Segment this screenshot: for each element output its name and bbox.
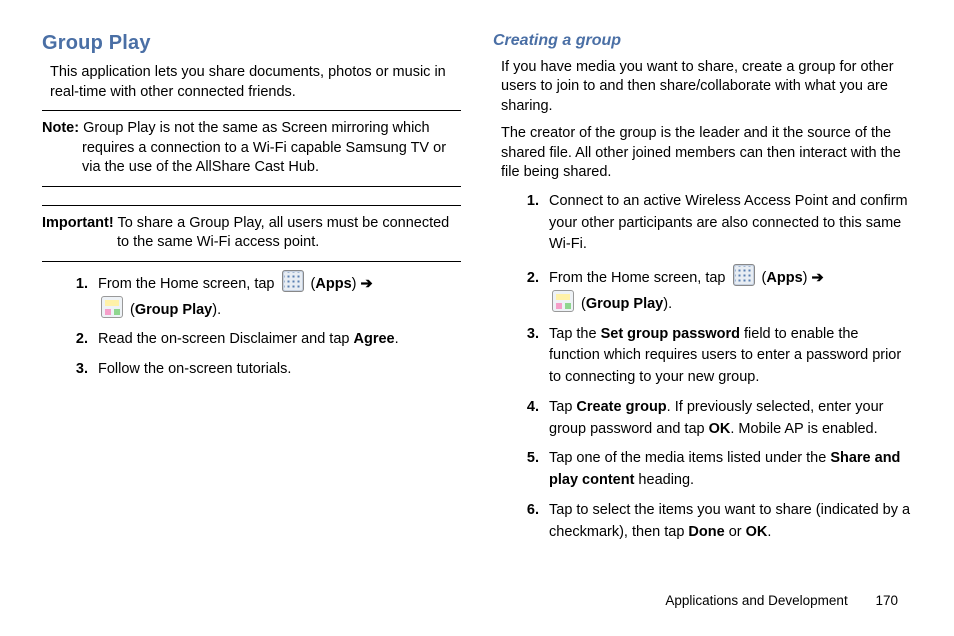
left-column: Group Play This application lets you sha…: [42, 30, 461, 551]
group-play-icon: [101, 296, 123, 318]
right-step-3: Tap the Set group password field to enab…: [543, 324, 912, 389]
apps-label: Apps: [766, 270, 802, 286]
left-step-2: Read the on-screen Disclaimer and tap Ag…: [92, 329, 461, 351]
right-step-6: Tap to select the items you want to shar…: [543, 500, 912, 544]
divider: [42, 186, 461, 187]
important-block: Important! To share a Group Play, all us…: [42, 212, 461, 255]
set-group-password-label: Set group password: [601, 326, 740, 342]
right-steps: Connect to an active Wireless Access Poi…: [515, 191, 912, 544]
footer-section-title: Applications and Development: [665, 593, 847, 608]
step-text: Follow the on-screen tutorials.: [98, 361, 291, 377]
right-step-4: Tap Create group. If previously selected…: [543, 397, 912, 441]
note-block: Note: Group Play is not the same as Scre…: [42, 117, 461, 180]
apps-label: Apps: [315, 276, 351, 292]
intro-paragraph: This application lets you share document…: [42, 63, 461, 102]
right-column: Creating a group If you have media you w…: [493, 30, 912, 551]
right-step-5: Tap one of the media items listed under …: [543, 448, 912, 492]
page-content: Group Play This application lets you sha…: [0, 0, 954, 561]
step-text: .: [767, 524, 771, 540]
divider: [42, 110, 461, 111]
step-text: ).: [663, 296, 672, 312]
step-text: ): [352, 276, 361, 292]
step-text: From the Home screen, tap: [98, 276, 279, 292]
left-steps: From the Home screen, tap (Apps) ➔ (Grou…: [64, 270, 461, 381]
divider: [42, 205, 461, 206]
right-p2: The creator of the group is the leader a…: [493, 124, 912, 183]
ok-label: OK: [709, 421, 731, 437]
agree-label: Agree: [354, 331, 395, 347]
divider: [42, 261, 461, 262]
group-play-label: Group Play: [135, 302, 212, 318]
apps-icon: [733, 264, 755, 286]
note-body: Note: Group Play is not the same as Scre…: [42, 119, 461, 178]
step-text: heading.: [634, 472, 694, 488]
apps-icon: [282, 270, 304, 292]
arrow-icon: ➔: [361, 276, 373, 292]
step-text: . Mobile AP is enabled.: [730, 421, 877, 437]
step-text: Tap: [549, 399, 576, 415]
important-label: Important!: [42, 215, 114, 231]
right-step-1: Connect to an active Wireless Access Poi…: [543, 191, 912, 256]
step-text: ): [803, 270, 812, 286]
step-text: Tap one of the media items listed under …: [549, 450, 830, 466]
create-group-label: Create group: [576, 399, 666, 415]
right-p1: If you have media you want to share, cre…: [493, 58, 912, 117]
group-play-label: Group Play: [586, 296, 663, 312]
group-play-icon: [552, 290, 574, 312]
page-number: 170: [875, 593, 898, 608]
ok-label: OK: [746, 524, 768, 540]
page-footer: Applications and Development 170: [665, 593, 898, 608]
step-text: or: [725, 524, 746, 540]
done-label: Done: [688, 524, 724, 540]
step-text: Read the on-screen Disclaimer and tap: [98, 331, 354, 347]
step-text: Connect to an active Wireless Access Poi…: [549, 193, 908, 253]
note-text: Group Play is not the same as Screen mir…: [79, 120, 446, 175]
important-body: Important! To share a Group Play, all us…: [42, 214, 461, 253]
section-heading-group-play: Group Play: [42, 30, 461, 57]
arrow-icon: ➔: [812, 270, 824, 286]
note-label: Note:: [42, 120, 79, 136]
left-step-3: Follow the on-screen tutorials.: [92, 359, 461, 381]
right-step-2: From the Home screen, tap (Apps) ➔ (Grou…: [543, 264, 912, 316]
step-text: .: [395, 331, 399, 347]
left-step-1: From the Home screen, tap (Apps) ➔ (Grou…: [92, 270, 461, 322]
step-text: From the Home screen, tap: [549, 270, 730, 286]
important-text: To share a Group Play, all users must be…: [114, 215, 450, 251]
step-text: Tap the: [549, 326, 601, 342]
step-text: ).: [212, 302, 221, 318]
subsection-heading-creating-group: Creating a group: [493, 30, 912, 52]
